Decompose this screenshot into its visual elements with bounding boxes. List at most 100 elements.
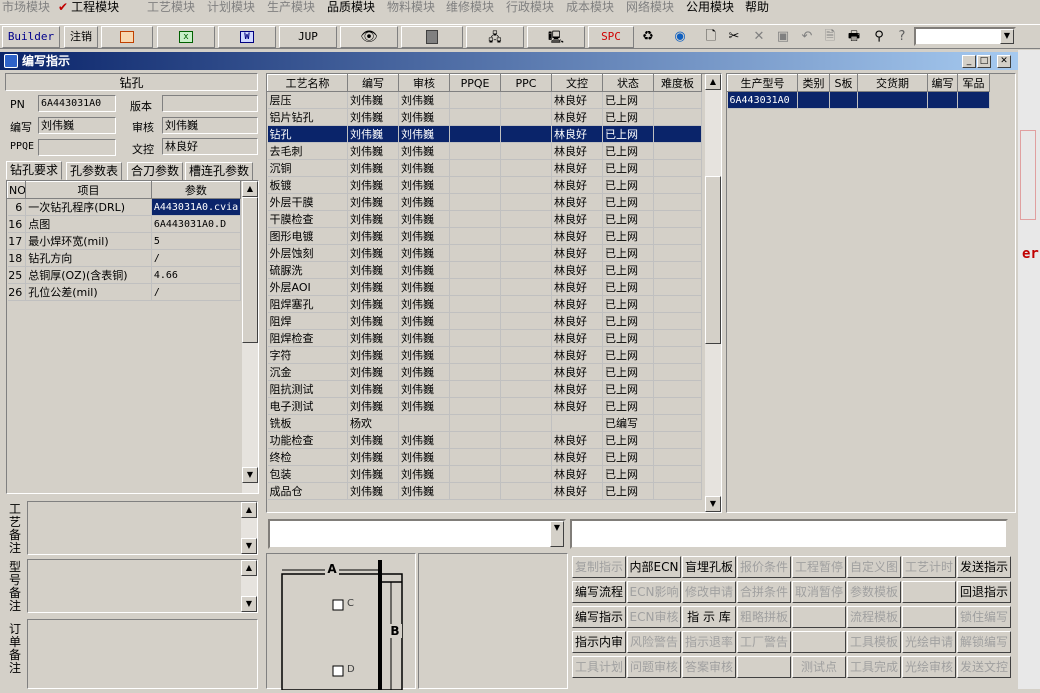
action-button[interactable] (792, 631, 846, 653)
doc-control-field[interactable]: 林良好 (162, 138, 258, 155)
scroll-up-icon[interactable]: ▲ (241, 560, 257, 576)
process-row[interactable]: 沉金 刘伟巍 刘伟巍 林良好 已上网 (267, 363, 702, 381)
action-button[interactable]: 锁住编写 (957, 606, 1011, 628)
process-note-combo[interactable]: ▼ (268, 519, 566, 549)
action-button[interactable]: ECN影响 (627, 581, 681, 603)
process-row[interactable]: 阻焊检查 刘伟巍 刘伟巍 林良好 已上网 (267, 329, 702, 347)
view-button[interactable]: 👁 (340, 26, 398, 48)
process-row[interactable]: 铝片钻孔 刘伟巍 刘伟巍 林良好 已上网 (267, 108, 702, 126)
action-button[interactable]: 工厂警告 (737, 631, 791, 653)
column-header-value[interactable]: 参数 (150, 181, 242, 199)
action-button[interactable]: 工程暂停 (792, 556, 846, 578)
param-cell-value[interactable]: 6A443031A0.D (151, 215, 242, 233)
column-header[interactable]: 文控 (551, 74, 603, 92)
action-button[interactable]: 工具完成 (847, 656, 901, 678)
action-button[interactable]: 解锁编写 (957, 631, 1011, 653)
column-header-item[interactable]: 项目 (25, 181, 152, 199)
model-row[interactable]: 6A443031A0 (727, 91, 990, 109)
process-row[interactable]: 硫脲洗 刘伟巍 刘伟巍 林良好 已上网 (267, 261, 702, 279)
action-button[interactable]: 光绘审核 (902, 656, 956, 678)
scroll-up-icon[interactable]: ▲ (705, 74, 721, 90)
column-header[interactable]: 难度板 (653, 74, 702, 92)
scroll-up-icon[interactable]: ▲ (241, 502, 257, 518)
ppqe-field[interactable] (38, 139, 116, 156)
process-memo[interactable]: ▲ ▼ (27, 501, 258, 555)
param-cell-value[interactable]: 5 (151, 232, 242, 250)
chevron-down-icon[interactable]: ▼ (1000, 29, 1014, 44)
action-button[interactable]: 取消暂停 (792, 581, 846, 603)
action-button[interactable]: 发送文控 (957, 656, 1011, 678)
process-row[interactable]: 阻抗测试 刘伟巍 刘伟巍 林良好 已上网 (267, 380, 702, 398)
scroll-down-icon[interactable]: ▼ (241, 538, 257, 554)
column-header[interactable]: S板 (829, 74, 858, 92)
menu-item-11[interactable]: 公用模块 (686, 0, 734, 16)
action-button[interactable]: ECN审核 (627, 606, 681, 628)
column-header[interactable]: 工艺名称 (267, 74, 348, 92)
writer-field[interactable]: 刘伟巍 (38, 117, 116, 134)
instruction-note-field[interactable] (570, 519, 1008, 549)
param-row[interactable]: 17 最小焊环宽(mil) 5 (7, 232, 242, 250)
process-row[interactable]: 字符 刘伟巍 刘伟巍 林良好 已上网 (267, 346, 702, 364)
menu-item-7[interactable]: 维修模块 (446, 0, 494, 16)
order-memo[interactable] (27, 619, 258, 689)
close-button[interactable]: ✕ (997, 55, 1011, 68)
action-button[interactable]: 答案审核 (682, 656, 736, 678)
new-document-icon[interactable]: 🗋 (703, 29, 719, 45)
action-button[interactable]: 工具模板 (847, 631, 901, 653)
builder-button[interactable]: Builder (2, 26, 60, 48)
menu-item-0[interactable]: 市场模块 (2, 0, 50, 16)
action-button[interactable] (902, 581, 956, 603)
process-row[interactable]: 铣板 杨欢 已编写 (267, 414, 702, 432)
action-button[interactable]: 盲埋孔板 (682, 556, 736, 578)
printer-setup-button[interactable]: 🖳 (527, 26, 585, 48)
scroll-down-icon[interactable]: ▼ (705, 496, 721, 512)
print-icon[interactable]: 🖶 (846, 29, 862, 45)
tab-hole-params[interactable]: 孔参数表 (66, 162, 123, 181)
model-memo[interactable]: ▲ ▼ (27, 559, 258, 613)
column-header[interactable]: 状态 (602, 74, 654, 92)
param-row[interactable]: 6 一次钻孔程序(DRL) A443031A0.cvia (7, 198, 242, 216)
action-button[interactable]: 粗略拼板 (737, 606, 791, 628)
column-header[interactable]: PPC (500, 74, 552, 92)
column-header[interactable]: 交货期 (857, 74, 928, 92)
delete-icon[interactable]: ✕ (751, 29, 767, 45)
refresh-icon[interactable]: ♻ (640, 29, 656, 45)
process-scrollbar[interactable]: ▲ ▼ (705, 74, 721, 512)
menu-item-1[interactable]: ✔ 工程模块 (58, 0, 119, 16)
process-row[interactable]: 阻焊 刘伟巍 刘伟巍 林良好 已上网 (267, 312, 702, 330)
scroll-thumb[interactable] (242, 197, 258, 343)
version-field[interactable] (162, 95, 258, 112)
reviewer-field[interactable]: 刘伟巍 (162, 117, 258, 134)
scroll-down-icon[interactable]: ▼ (242, 467, 258, 483)
action-button[interactable]: 自定义图 (847, 556, 901, 578)
chevron-down-icon[interactable]: ▼ (550, 521, 564, 547)
menu-item-10[interactable]: 网络模块 (626, 0, 674, 16)
ie-icon[interactable]: ◉ (672, 29, 688, 45)
column-header-no[interactable]: NO (7, 181, 27, 199)
action-button[interactable]: 问题审核 (627, 656, 681, 678)
menu-item-5[interactable]: 品质模块 (327, 0, 375, 16)
undo-icon[interactable]: ↶ (799, 29, 815, 45)
database-button[interactable] (401, 26, 463, 48)
spc-button[interactable]: SPC (588, 26, 634, 48)
menu-item-4[interactable]: 生产模块 (267, 0, 315, 16)
column-header[interactable]: 生产型号 (727, 74, 798, 92)
param-row[interactable]: 26 孔位公差(mil) / (7, 283, 242, 301)
memo-scrollbar[interactable]: ▲ ▼ (241, 502, 257, 554)
column-header[interactable]: 审核 (398, 74, 450, 92)
process-row[interactable]: 电子测试 刘伟巍 刘伟巍 林良好 已上网 (267, 397, 702, 415)
jup-button[interactable]: JUP (279, 26, 337, 48)
scroll-up-icon[interactable]: ▲ (242, 181, 258, 197)
action-button[interactable]: 内部ECN (627, 556, 681, 578)
action-button[interactable]: 光绘申请 (902, 631, 956, 653)
process-row[interactable]: 阻焊塞孔 刘伟巍 刘伟巍 林良好 已上网 (267, 295, 702, 313)
action-button[interactable]: 合拼条件 (737, 581, 791, 603)
process-row[interactable]: 外层干膜 刘伟巍 刘伟巍 林良好 已上网 (267, 193, 702, 211)
param-cell-value[interactable]: / (151, 249, 242, 267)
process-row[interactable]: 包装 刘伟巍 刘伟巍 林良好 已上网 (267, 465, 702, 483)
tab-tool-merge-params[interactable]: 合刀参数 (127, 162, 184, 181)
column-header[interactable]: 类别 (797, 74, 830, 92)
process-row[interactable]: 图形电镀 刘伟巍 刘伟巍 林良好 已上网 (267, 227, 702, 245)
param-row[interactable]: 25 总铜厚(OZ)(含表铜) 4.66 (7, 266, 242, 284)
process-row[interactable]: 终检 刘伟巍 刘伟巍 林良好 已上网 (267, 448, 702, 466)
